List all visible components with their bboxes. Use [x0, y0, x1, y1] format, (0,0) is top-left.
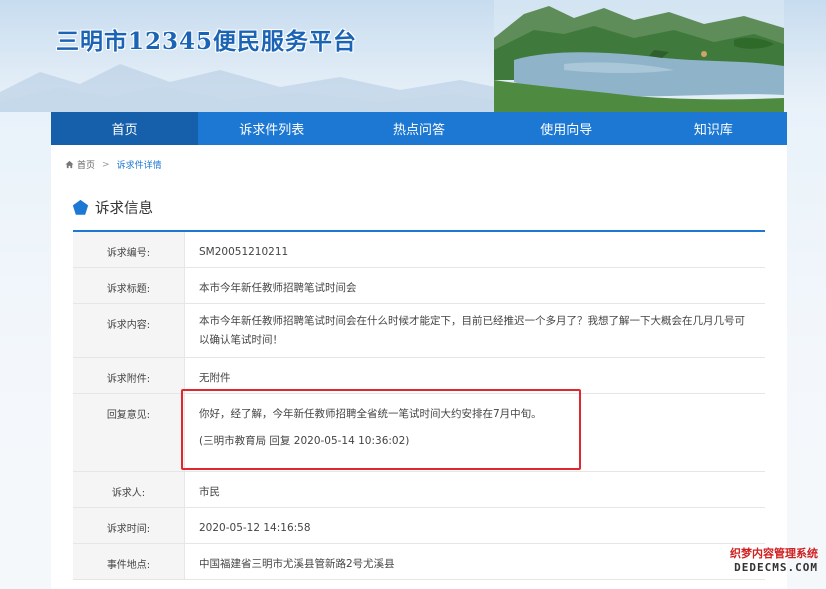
watermark-line2: DEDECMS.COM: [734, 561, 818, 574]
value-reply: 你好，经了解，今年新任教师招聘全省统一笔试时间大约安排在7月中旬。 (三明市教育…: [185, 394, 765, 471]
value-title: 本市今年新任教师招聘笔试时间会: [199, 282, 357, 294]
main-nav: 首页 诉求件列表 热点问答 使用向导 知识库: [51, 112, 787, 145]
pentagon-icon: [72, 199, 89, 215]
section-heading: 诉求信息: [72, 197, 153, 218]
watermark-line1: 织梦内容管理系统: [730, 547, 818, 560]
nav-item-usage-guide[interactable]: 使用向导: [493, 112, 640, 145]
label-reply: 回复意见:: [73, 394, 185, 471]
label-time: 诉求时间:: [73, 508, 185, 543]
home-icon: [65, 160, 74, 169]
row-time: 诉求时间: 2020-05-12 14:16:58: [73, 508, 765, 544]
label-title: 诉求标题:: [73, 268, 185, 303]
label-person: 诉求人:: [73, 472, 185, 507]
nav-item-request-list[interactable]: 诉求件列表: [198, 112, 345, 145]
row-attachment: 诉求附件: 无附件: [73, 358, 765, 394]
label-attachment: 诉求附件:: [73, 358, 185, 393]
value-attachment: 无附件: [199, 372, 231, 384]
breadcrumb-current[interactable]: 诉求件详情: [117, 158, 162, 171]
nav-item-home[interactable]: 首页: [51, 112, 199, 145]
landscape-banner-image: [494, 0, 784, 112]
row-number: 诉求编号: SM20051210211: [73, 232, 765, 268]
row-location: 事件地点: 中国福建省三明市尤溪县管新路2号尤溪县: [73, 544, 765, 580]
watermark: 织梦内容管理系统 DEDECMS.COM: [730, 547, 818, 575]
value-content: 本市今年新任教师招聘笔试时间会在什么时候才能定下，目前已经推迟一个多月了？我想了…: [199, 315, 745, 346]
value-person: 市民: [199, 486, 220, 498]
row-reply: 回复意见: 你好，经了解，今年新任教师招聘全省统一笔试时间大约安排在7月中旬。 …: [73, 394, 765, 472]
value-location: 中国福建省三明市尤溪县管新路2号尤溪县: [199, 558, 395, 570]
site-title: 三明市12345便民服务平台: [56, 28, 358, 55]
breadcrumb: 首页 > 诉求件详情: [65, 158, 162, 171]
reply-signature: (三明市教育局 回复 2020-05-14 10:36:02): [199, 435, 410, 447]
chevron-right-icon: >: [102, 159, 110, 170]
label-number: 诉求编号:: [73, 232, 185, 267]
nav-item-hot-qa[interactable]: 热点问答: [345, 112, 492, 145]
label-location: 事件地点:: [73, 544, 185, 579]
request-info-table: 诉求编号: SM20051210211 诉求标题: 本市今年新任教师招聘笔试时间…: [73, 230, 765, 580]
value-number: SM20051210211: [199, 246, 289, 258]
main-panel: 首页 > 诉求件详情 诉求信息 诉求编号: SM20051210211 诉求标题…: [51, 145, 787, 589]
row-person: 诉求人: 市民: [73, 472, 765, 508]
row-content: 诉求内容: 本市今年新任教师招聘笔试时间会在什么时候才能定下，目前已经推迟一个多…: [73, 304, 765, 358]
value-time: 2020-05-12 14:16:58: [199, 522, 311, 534]
row-title: 诉求标题: 本市今年新任教师招聘笔试时间会: [73, 268, 765, 304]
section-title: 诉求信息: [95, 201, 153, 217]
label-content: 诉求内容:: [73, 304, 185, 357]
reply-text: 你好，经了解，今年新任教师招聘全省统一笔试时间大约安排在7月中旬。: [199, 408, 542, 420]
site-header: 三明市12345便民服务平台: [0, 0, 826, 112]
nav-item-knowledge-base[interactable]: 知识库: [640, 112, 787, 145]
breadcrumb-home-link[interactable]: 首页: [77, 158, 95, 171]
